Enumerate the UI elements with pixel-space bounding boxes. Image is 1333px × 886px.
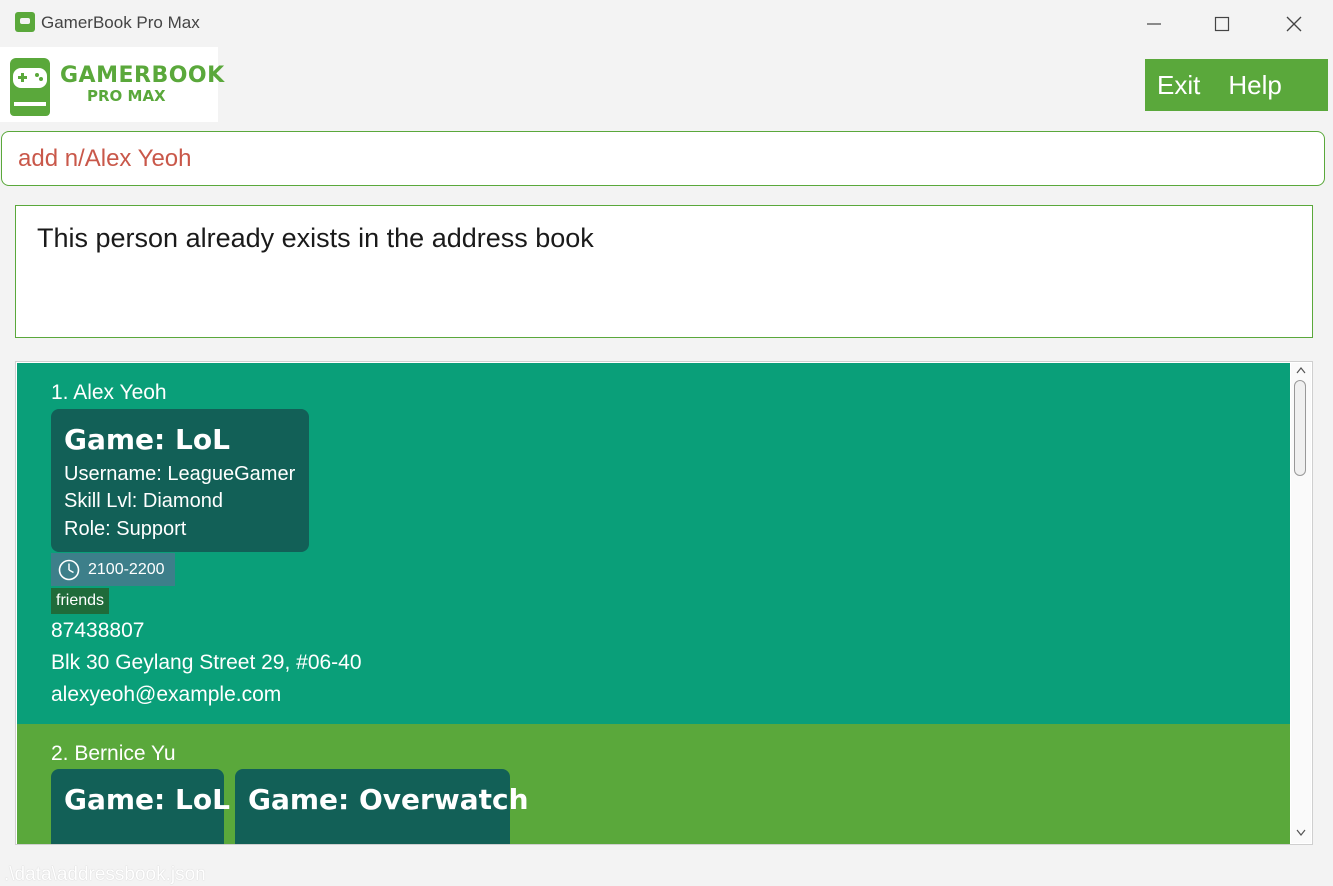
close-button[interactable]: [1274, 8, 1314, 40]
person-email: alexyeoh@example.com: [51, 683, 282, 706]
person-card[interactable]: 1. Alex Yeoh Game: LoL Username: LeagueG…: [17, 363, 1290, 724]
app-icon: [15, 12, 35, 32]
person-card[interactable]: 2. Bernice Yu Game: LoL Game: Overwatch: [17, 724, 1290, 844]
list-scrollbar[interactable]: [1291, 363, 1311, 843]
title-bar: GamerBook Pro Max: [0, 0, 1333, 48]
scroll-thumb[interactable]: [1294, 380, 1306, 476]
menu-bar: Exit Help: [1145, 59, 1328, 111]
logo-subtitle: PRO MAX: [87, 87, 166, 105]
game-username: Username: LeagueGamer: [64, 463, 296, 485]
game-card: Game: LoL Username: LeagueGamer Skill Lv…: [51, 409, 309, 552]
clock-icon: [58, 559, 80, 580]
tag-badge: friends: [51, 588, 110, 614]
person-name: 1. Alex Yeoh: [51, 381, 167, 404]
person-list[interactable]: 1. Alex Yeoh Game: LoL Username: LeagueG…: [15, 361, 1313, 845]
result-text: This person already exists in the addres…: [37, 223, 594, 253]
status-bar-path: .\data\addressbook.json: [4, 864, 206, 885]
game-card: Game: LoL: [51, 769, 230, 844]
window-title: GamerBook Pro Max: [41, 13, 200, 32]
person-phone: 87438807: [51, 619, 145, 642]
game-skill: Skill Lvl: Diamond: [64, 490, 223, 512]
result-display: This person already exists in the addres…: [15, 205, 1313, 338]
controller-icon: [10, 58, 50, 116]
menu-exit[interactable]: Exit: [1157, 70, 1200, 101]
logo-title: GAMERBOOK: [60, 63, 225, 88]
game-title: Game: LoL: [64, 423, 230, 456]
minimize-icon: [1147, 23, 1161, 25]
time-badge: 2100-2200: [51, 553, 175, 586]
maximize-button[interactable]: [1202, 8, 1242, 40]
logo: GAMERBOOK PRO MAX: [0, 47, 224, 122]
time-range: 2100-2200: [88, 560, 165, 578]
menu-help[interactable]: Help: [1228, 70, 1281, 101]
game-card: Game: Overwatch: [235, 769, 529, 844]
game-title: Game: Overwatch: [248, 783, 529, 816]
close-icon: [1286, 16, 1302, 32]
person-name: 2. Bernice Yu: [51, 742, 176, 765]
minimize-button[interactable]: [1134, 8, 1174, 40]
command-box: [1, 131, 1325, 186]
game-title: Game: LoL: [64, 783, 230, 816]
scroll-up-icon[interactable]: [1296, 366, 1306, 374]
maximize-icon: [1214, 16, 1230, 32]
person-address: Blk 30 Geylang Street 29, #06-40: [51, 651, 362, 674]
scroll-down-icon[interactable]: [1296, 829, 1306, 837]
game-role: Role: Support: [64, 518, 187, 540]
command-input[interactable]: [18, 142, 1308, 176]
